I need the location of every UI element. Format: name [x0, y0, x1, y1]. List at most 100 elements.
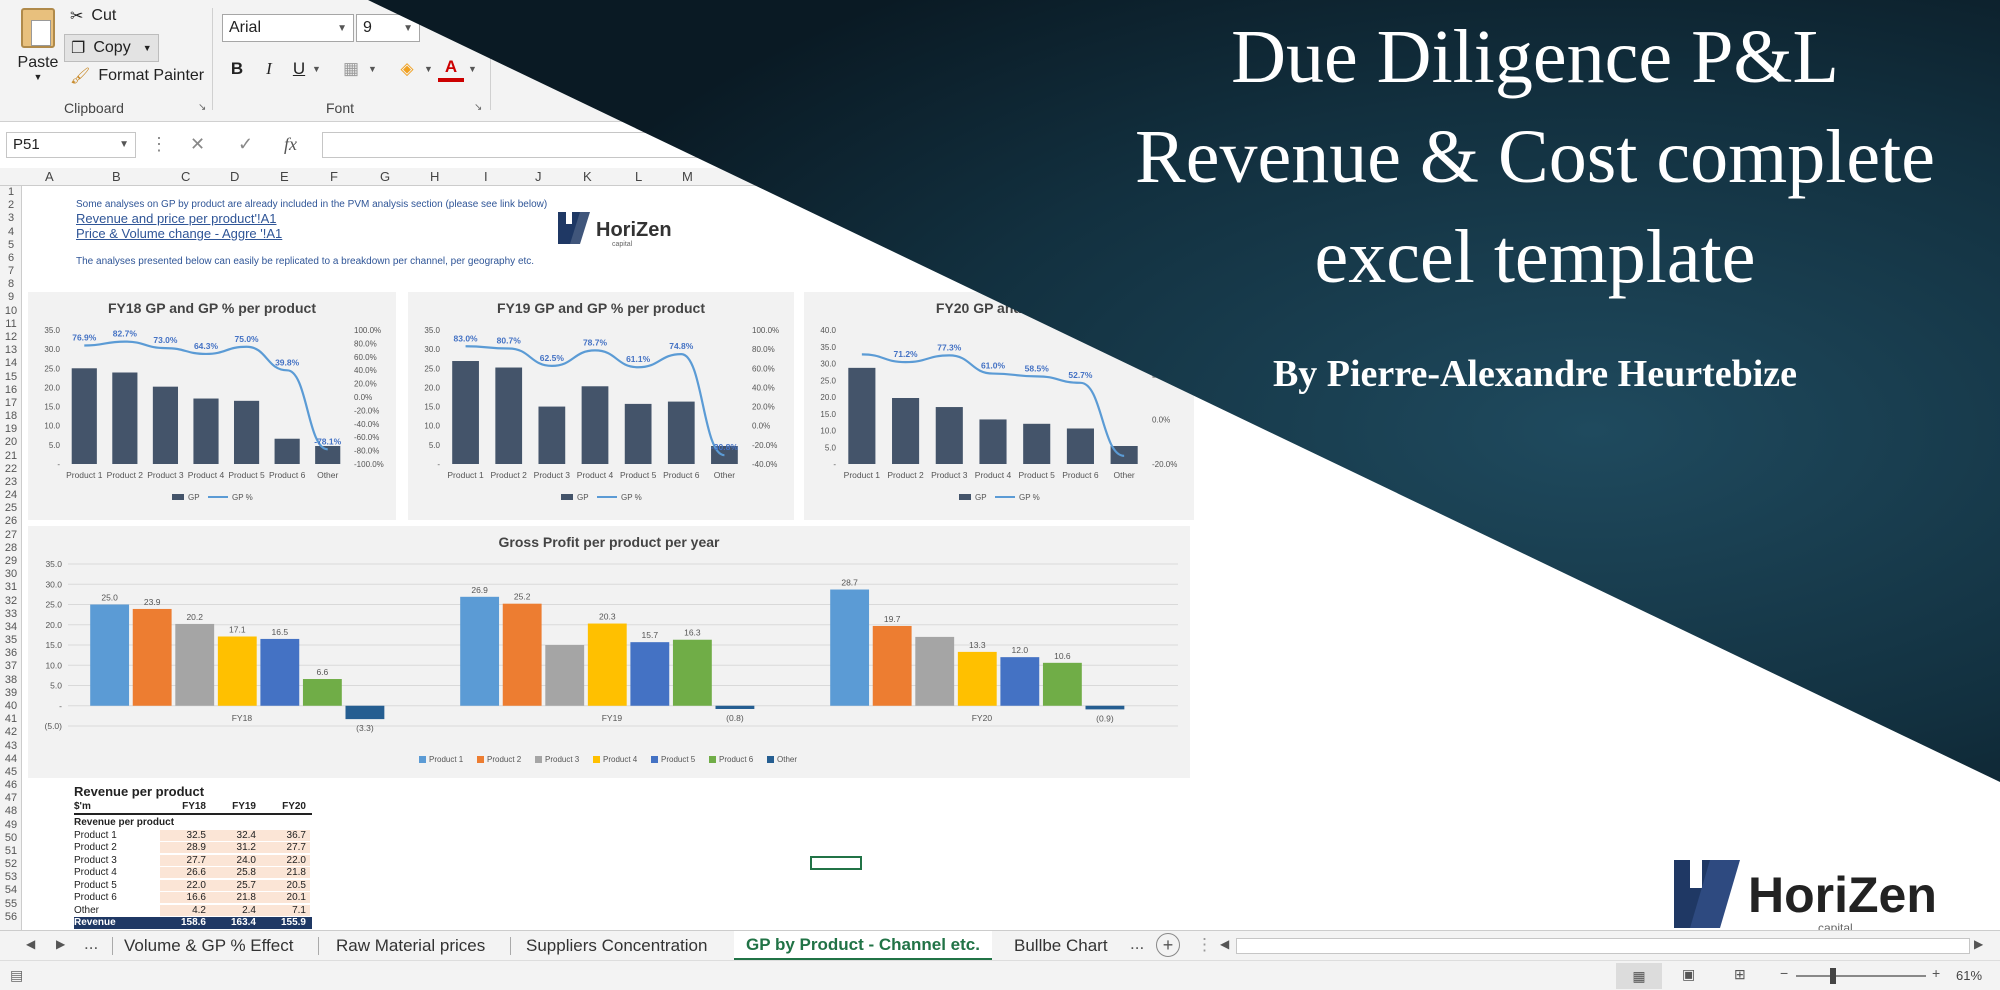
row-header[interactable]: 42 — [0, 726, 22, 738]
zoom-level[interactable]: 61% — [1956, 968, 1982, 983]
row-header[interactable]: 54 — [0, 884, 22, 896]
row-header[interactable]: 34 — [0, 621, 22, 633]
fill-color-icon[interactable]: ◈ — [394, 56, 420, 82]
chart-fy19-gp[interactable]: FY19 GP and GP % per product 35.0 30.0 25.0… — [408, 292, 794, 520]
row-header[interactable]: 14 — [0, 357, 22, 369]
row-header[interactable]: 6 — [0, 252, 22, 264]
tab-scroll-left-icon[interactable]: ◀ — [26, 937, 35, 951]
column-header[interactable]: J — [535, 169, 542, 184]
row-header[interactable]: 8 — [0, 278, 22, 290]
macro-record-icon[interactable]: ▤ — [10, 967, 23, 984]
selected-cell[interactable] — [810, 856, 862, 870]
enter-icon[interactable]: ✓ — [238, 134, 253, 155]
row-header[interactable]: 56 — [0, 911, 22, 923]
chevron-down-icon[interactable]: ▼ — [312, 64, 321, 74]
zoom-in-icon[interactable]: + — [1932, 965, 1940, 981]
row-header[interactable]: 19 — [0, 423, 22, 435]
cut-button[interactable]: ✂ Cut — [70, 6, 116, 26]
row-header[interactable]: 3 — [0, 212, 22, 224]
link-revenue-price[interactable]: Revenue and price per product'!A1 — [76, 211, 277, 226]
row-header[interactable]: 10 — [0, 305, 22, 317]
tab-bullbe-chart[interactable]: Bullbe Chart — [1002, 931, 1120, 961]
format-painter-button[interactable]: 🖌 Format Painter — [70, 66, 204, 86]
row-header[interactable]: 18 — [0, 410, 22, 422]
paste-button[interactable]: Paste ▼ — [14, 8, 62, 92]
scroll-right-icon[interactable]: ▶ — [1974, 937, 1983, 951]
zoom-slider-thumb[interactable] — [1830, 968, 1836, 984]
row-header[interactable]: 21 — [0, 450, 22, 462]
chart-gp-per-year[interactable]: Gross Profit per product per year 35.0 30.… — [28, 526, 1190, 778]
column-header[interactable]: G — [380, 169, 390, 184]
borders-icon[interactable]: ▦ — [338, 56, 364, 82]
name-box[interactable]: P51 ▼ — [6, 132, 136, 158]
row-header[interactable]: 26 — [0, 515, 22, 527]
column-header[interactable]: E — [280, 169, 289, 184]
scroll-left-icon[interactable]: ◀ — [1220, 937, 1229, 951]
row-header[interactable]: 49 — [0, 819, 22, 831]
tabs-overflow-right[interactable]: ... — [1130, 934, 1144, 954]
page-break-view-icon[interactable]: ⊞ — [1734, 966, 1746, 983]
column-header[interactable]: F — [330, 169, 338, 184]
row-header[interactable]: 53 — [0, 871, 22, 883]
chart-fy18-gp[interactable]: FY18 GP and GP % per product 35.0 30.0 25.0… — [28, 292, 396, 520]
row-header[interactable]: 16 — [0, 384, 22, 396]
row-header[interactable]: 38 — [0, 674, 22, 686]
add-sheet-icon[interactable]: + — [1156, 933, 1180, 957]
row-header[interactable]: 31 — [0, 581, 22, 593]
chevron-down-icon[interactable]: ▼ — [468, 64, 477, 74]
row-header[interactable]: 2 — [0, 199, 22, 211]
row-header[interactable]: 7 — [0, 265, 22, 277]
row-header[interactable]: 41 — [0, 713, 22, 725]
row-header[interactable]: 11 — [0, 318, 22, 330]
page-layout-view-icon[interactable]: ▣ — [1682, 966, 1695, 983]
row-header[interactable]: 36 — [0, 647, 22, 659]
copy-button[interactable]: ❐ Copy ▼ — [64, 34, 159, 62]
link-price-volume[interactable]: Price & Volume change - Aggre '!A1 — [76, 226, 282, 241]
row-header[interactable]: 46 — [0, 779, 22, 791]
font-name-select[interactable]: Arial ▼ — [222, 14, 354, 42]
chart-fy20-gp[interactable]: FY20 GP and GP % 40.0 35.0 30.0 25.0 20.0 15.0… — [804, 292, 1194, 520]
font-color-icon[interactable]: A — [438, 56, 464, 82]
row-header[interactable]: 5 — [0, 239, 22, 251]
row-header[interactable]: 51 — [0, 845, 22, 857]
row-header[interactable]: 50 — [0, 832, 22, 844]
row-header[interactable]: 12 — [0, 331, 22, 343]
tab-volume-gp-effect[interactable]: Volume & GP % Effect — [112, 931, 305, 961]
row-header[interactable]: 17 — [0, 397, 22, 409]
row-header[interactable]: 27 — [0, 529, 22, 541]
row-header[interactable]: 52 — [0, 858, 22, 870]
row-header[interactable]: 20 — [0, 436, 22, 448]
column-header[interactable]: A — [45, 169, 54, 184]
insert-function-icon[interactable]: fx — [284, 134, 297, 155]
row-header[interactable]: 43 — [0, 740, 22, 752]
underline-button[interactable]: U — [286, 56, 312, 82]
row-header[interactable]: 22 — [0, 463, 22, 475]
tabs-overflow-left[interactable]: ... — [84, 934, 98, 954]
row-header[interactable]: 13 — [0, 344, 22, 356]
column-header[interactable]: M — [682, 169, 693, 184]
cancel-icon[interactable]: ✕ — [190, 134, 205, 155]
row-header[interactable]: 55 — [0, 898, 22, 910]
column-header[interactable]: B — [112, 169, 121, 184]
row-header[interactable]: 37 — [0, 660, 22, 672]
normal-view-icon[interactable]: ▦ — [1616, 963, 1662, 989]
chevron-down-icon[interactable]: ▼ — [368, 64, 377, 74]
dialog-launcher-icon[interactable]: ↘ — [198, 102, 206, 113]
row-header[interactable]: 39 — [0, 687, 22, 699]
row-header[interactable]: 47 — [0, 792, 22, 804]
tab-suppliers-concentration[interactable]: Suppliers Concentration — [514, 931, 719, 961]
row-header[interactable]: 35 — [0, 634, 22, 646]
row-header[interactable]: 25 — [0, 502, 22, 514]
zoom-out-icon[interactable]: − — [1780, 965, 1788, 981]
row-header[interactable]: 33 — [0, 608, 22, 620]
bold-button[interactable]: B — [224, 56, 250, 82]
row-header[interactable]: 24 — [0, 489, 22, 501]
chevron-down-icon[interactable]: ▼ — [424, 64, 433, 74]
row-header[interactable]: 23 — [0, 476, 22, 488]
column-header[interactable]: L — [635, 169, 642, 184]
row-header[interactable]: 15 — [0, 371, 22, 383]
row-header[interactable]: 30 — [0, 568, 22, 580]
tab-scroll-right-icon[interactable]: ▶ — [56, 937, 65, 951]
row-header[interactable]: 9 — [0, 291, 22, 303]
column-header[interactable]: C — [181, 169, 190, 184]
